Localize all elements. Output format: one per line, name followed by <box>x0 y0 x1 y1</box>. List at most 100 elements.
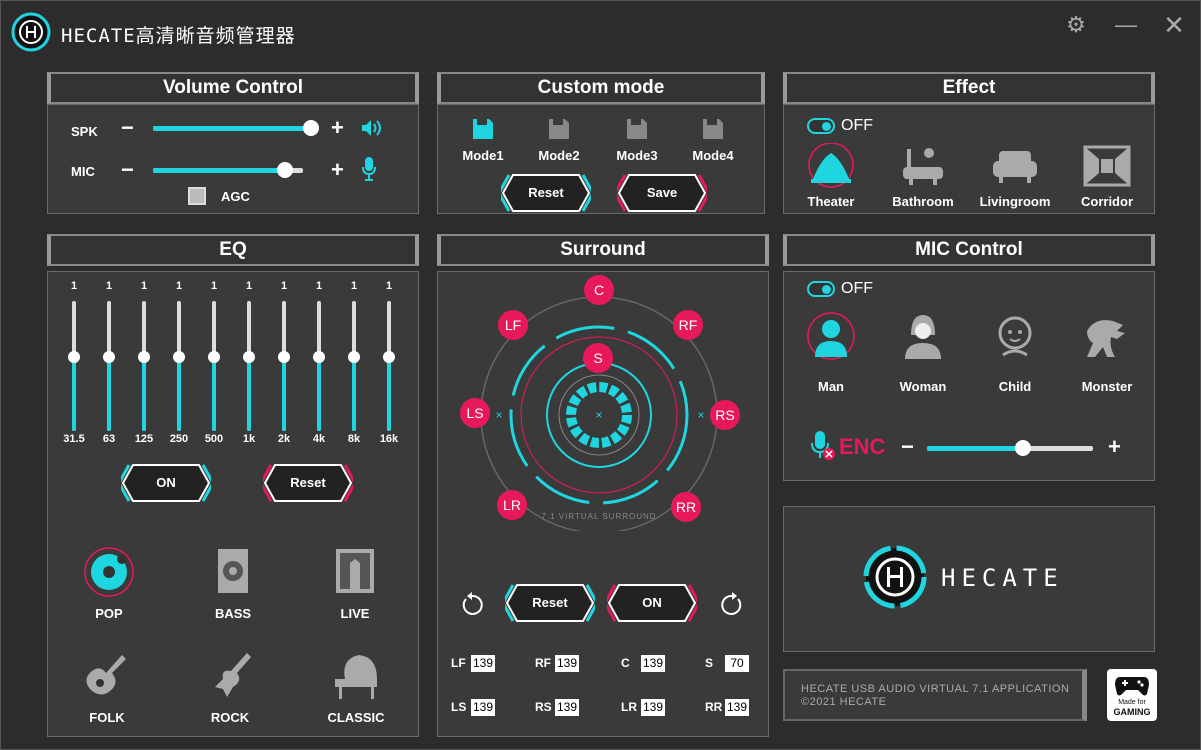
mode-label[interactable]: Mode1 <box>453 148 513 163</box>
eq-band-knob[interactable] <box>208 351 220 363</box>
spk-plus-button[interactable]: + <box>331 117 344 139</box>
mode-label[interactable]: Mode4 <box>683 148 743 163</box>
effect-label: Theater <box>807 194 855 209</box>
footer-info: HECATE USB AUDIO VIRTUAL 7.1 APPLICATION… <box>783 669 1087 721</box>
mode-label[interactable]: Mode2 <box>529 148 589 163</box>
channel-ls-button[interactable]: LS <box>460 398 490 428</box>
settings-gear-icon[interactable]: ⚙ <box>1064 13 1088 37</box>
spk-minus-button[interactable]: − <box>121 117 134 139</box>
channel-rf-button[interactable]: RF <box>673 310 703 340</box>
app-title: HECATE高清晰音频管理器 <box>61 25 296 47</box>
channel-value-box[interactable]: 139 <box>471 655 495 672</box>
eq-band-knob[interactable] <box>313 351 325 363</box>
rotate-right-icon[interactable] <box>719 591 745 617</box>
mic-plus-button[interactable]: + <box>331 159 344 181</box>
eq-band-label: 250 <box>169 433 189 445</box>
footer-line1: HECATE USB AUDIO VIRTUAL 7.1 APPLICATION <box>801 683 1070 695</box>
eq-band-knob[interactable] <box>348 351 360 363</box>
classic-piano-icon[interactable] <box>331 651 381 701</box>
channel-rr-button[interactable]: RR <box>671 492 701 522</box>
enc-minus-button[interactable]: − <box>901 436 914 458</box>
brand-name: HECATE <box>941 564 1064 592</box>
channel-rs-button[interactable]: RS <box>710 400 740 430</box>
channel-value-box[interactable]: 139 <box>555 699 579 716</box>
floppy-disk-icon[interactable] <box>625 117 649 141</box>
theater-icon[interactable] <box>807 142 855 189</box>
eq-preset-label: CLASSIC <box>327 710 385 725</box>
speaker-icon[interactable] <box>360 118 382 138</box>
corridor-icon[interactable] <box>1083 143 1131 189</box>
channel-lf-button[interactable]: LF <box>498 310 528 340</box>
eq-on-label: ON <box>156 475 176 490</box>
child-icon[interactable] <box>991 311 1039 361</box>
channel-value-box[interactable]: 139 <box>641 655 665 672</box>
channel-s-button[interactable]: S <box>583 343 613 373</box>
minimize-icon[interactable]: — <box>1114 13 1138 37</box>
eq-band-fill <box>107 357 111 431</box>
eq-band-knob[interactable] <box>138 351 150 363</box>
man-icon[interactable] <box>807 311 855 361</box>
eq-reset-button[interactable]: Reset <box>263 463 353 503</box>
eq-on-button[interactable]: ON <box>121 463 211 503</box>
eq-band-knob[interactable] <box>383 351 395 363</box>
channel-lr-button[interactable]: LR <box>497 490 527 520</box>
custom-save-button[interactable]: Save <box>617 173 707 213</box>
mic-minus-button[interactable]: − <box>121 159 134 181</box>
mode-label[interactable]: Mode3 <box>607 148 667 163</box>
close-icon[interactable]: ✕ <box>1162 12 1186 38</box>
eq-band-label: 16k <box>379 433 399 445</box>
agc-label: AGC <box>221 189 250 204</box>
surround-title: Surround <box>437 234 769 266</box>
surround-on-button[interactable]: ON <box>607 583 697 623</box>
bathroom-icon[interactable] <box>899 143 947 189</box>
channel-value-box[interactable]: 139 <box>555 655 579 672</box>
rock-guitar-icon[interactable] <box>205 651 255 701</box>
monster-icon[interactable] <box>1083 311 1131 361</box>
custom-reset-label: Reset <box>528 185 564 200</box>
eq-band-fill <box>212 357 216 431</box>
rotate-left-icon[interactable] <box>459 591 485 617</box>
eq-title: EQ <box>47 234 419 266</box>
channel-value-box[interactable]: 139 <box>725 699 749 716</box>
effect-label: Corridor <box>1081 194 1133 209</box>
live-stage-icon[interactable] <box>330 547 380 597</box>
eq-band-knob[interactable] <box>278 351 290 363</box>
microphone-icon[interactable] <box>361 156 377 182</box>
eq-band-label: 1k <box>242 433 256 445</box>
voice-label: Monster <box>1081 379 1133 394</box>
livingroom-icon[interactable] <box>991 143 1039 189</box>
eq-band-knob[interactable] <box>243 351 255 363</box>
custom-reset-button[interactable]: Reset <box>501 173 591 213</box>
enc-slider-knob[interactable] <box>1015 440 1031 456</box>
spk-slider-knob[interactable] <box>303 120 319 136</box>
eq-band-fill <box>317 357 321 431</box>
hecate-brand-logo-icon <box>863 545 927 609</box>
effect-toggle[interactable] <box>807 118 835 134</box>
floppy-disk-icon[interactable] <box>547 117 571 141</box>
folk-guitar-icon[interactable] <box>82 651 132 701</box>
eq-band-label: 4k <box>312 433 326 445</box>
eq-band-value: 1 <box>350 280 358 292</box>
eq-band-knob[interactable] <box>68 351 80 363</box>
channel-value-box[interactable]: 139 <box>471 699 495 716</box>
mic-toggle[interactable] <box>807 281 835 297</box>
made-for-gaming-badge: Made for GAMING <box>1107 669 1157 721</box>
volume-panel-title: Volume Control <box>47 72 419 104</box>
pop-disc-icon[interactable] <box>84 547 134 597</box>
floppy-disk-icon[interactable] <box>701 117 725 141</box>
channel-c-button[interactable]: C <box>584 275 614 305</box>
channel-value-box[interactable]: 70 <box>725 655 749 672</box>
floppy-disk-icon[interactable] <box>471 117 495 141</box>
surround-reset-button[interactable]: Reset <box>505 583 595 623</box>
eq-band-knob[interactable] <box>103 351 115 363</box>
eq-band-knob[interactable] <box>173 351 185 363</box>
enc-plus-button[interactable]: + <box>1108 436 1121 458</box>
mic-slider-knob[interactable] <box>277 162 293 178</box>
voice-label: Child <box>998 379 1032 394</box>
agc-checkbox[interactable] <box>188 187 206 205</box>
woman-icon[interactable] <box>899 311 947 361</box>
svg-text:×: × <box>495 408 502 422</box>
channel-value-box[interactable]: 139 <box>641 699 665 716</box>
bass-speaker-icon[interactable] <box>208 547 258 597</box>
eq-band-value: 1 <box>140 280 148 292</box>
